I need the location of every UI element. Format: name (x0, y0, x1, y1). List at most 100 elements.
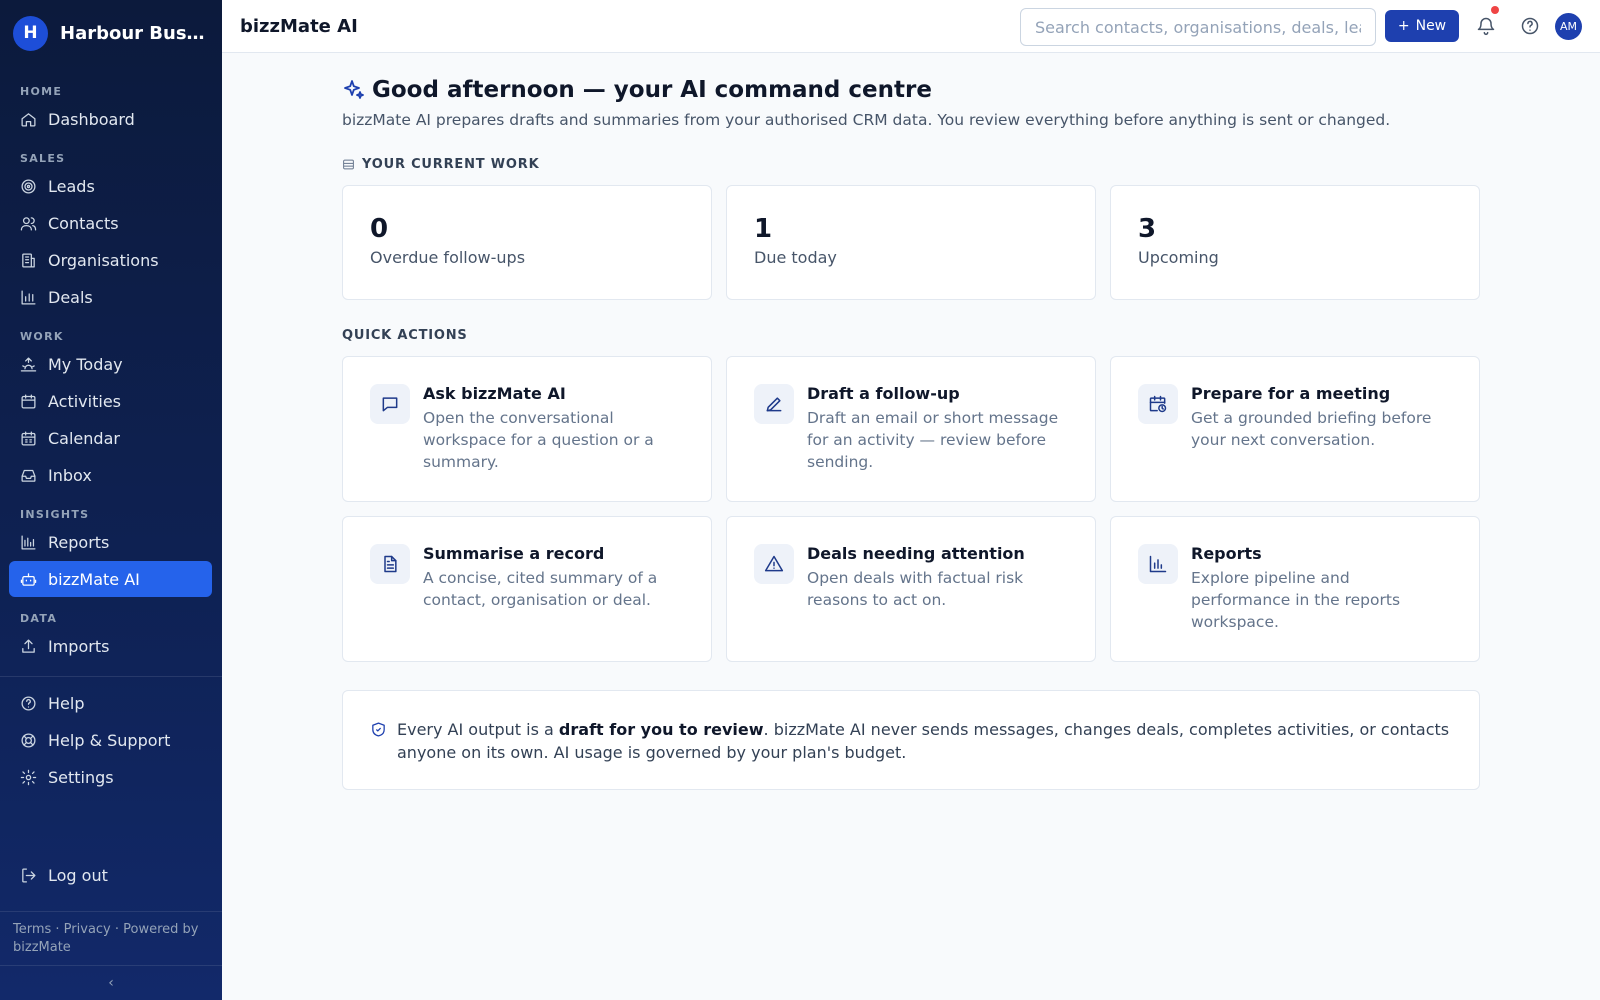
sidebar-item-label: Activities (48, 391, 121, 411)
quick-action-draft-follow-up[interactable]: Draft a follow-up Draft an email or shor… (726, 356, 1096, 502)
sidebar-item-reports[interactable]: Reports (9, 524, 212, 560)
calendar-clock-icon (1149, 395, 1167, 413)
upload-icon (22, 638, 35, 653)
quick-action-title: Prepare for a meeting (1191, 384, 1391, 403)
user-avatar[interactable]: AM (1555, 13, 1582, 40)
gear-icon (20, 769, 37, 785)
workspace-avatar: H (13, 15, 48, 51)
sidebar-item-calendar[interactable]: Calendar (9, 420, 212, 456)
sidebar-item-inbox[interactable]: Inbox (9, 457, 212, 493)
stat-card-upcoming[interactable]: 3 Upcoming (1110, 185, 1480, 300)
new-button-label: New (1415, 18, 1447, 34)
quick-action-description: Open deals with factual risk reasons to … (807, 569, 1024, 609)
quick-action-prepare-meeting[interactable]: Prepare for a meeting Get a grounded bri… (1110, 356, 1480, 502)
users-icon (20, 216, 37, 231)
quick-action-title: Reports (1191, 544, 1262, 563)
bar-chart-icon (1149, 555, 1167, 573)
notice-emphasis: draft for you to review (558, 720, 764, 739)
stat-value: 3 (1138, 214, 1157, 244)
sidebar-item-label: My Today (48, 354, 123, 374)
help-circle-icon (21, 695, 36, 711)
sidebar-item-label: Reports (48, 532, 110, 552)
pencil-icon (766, 397, 782, 412)
nav-section-insights: INSIGHTS (20, 508, 90, 521)
inbox-icon (21, 469, 36, 482)
logout-button[interactable]: Log out (9, 857, 212, 893)
top-bar: bizzMate AI + New AM (222, 0, 1600, 53)
stat-label: Due today (754, 248, 837, 267)
sidebar-item-imports[interactable]: Imports (9, 628, 212, 664)
sidebar-item-organisations[interactable]: Organisations (9, 242, 212, 278)
quick-action-icon (1138, 544, 1178, 584)
calendar-icon (21, 393, 36, 409)
global-search-input[interactable] (1020, 8, 1376, 46)
quick-action-reports[interactable]: Reports Explore pipeline and performance… (1110, 516, 1480, 662)
quick-action-icon (370, 384, 410, 424)
collapse-sidebar-button[interactable]: ‹ (0, 965, 222, 1000)
help-circle-icon (1521, 17, 1539, 35)
notice-prefix: Every AI output is a (397, 720, 559, 739)
workspace-switcher[interactable]: H Harbour Business (0, 0, 222, 66)
logout-icon (22, 867, 36, 883)
sidebar-item-label: Settings (48, 767, 114, 787)
sunrise-icon (20, 356, 37, 372)
current-work-stats: 0 Overdue follow-ups 1 Due today 3 Upcom… (342, 185, 1480, 300)
sidebar-item-label: bizzMate AI (48, 569, 140, 589)
sidebar-item-label: Deals (48, 287, 93, 307)
sidebar-item-settings[interactable]: Settings (9, 759, 212, 795)
quick-action-icon (370, 544, 410, 584)
sidebar-item-dashboard[interactable]: Dashboard (9, 101, 212, 137)
nav-section-home: HOME (20, 85, 63, 98)
quick-action-ask-ai[interactable]: Ask bizzMate AI Open the conversational … (342, 356, 712, 502)
quick-action-description: Open the conversational workspace for a … (423, 409, 654, 471)
sidebar-item-deals[interactable]: Deals (9, 279, 212, 315)
page-title: bizzMate AI (240, 15, 358, 37)
main-heading: Good afternoon — your AI command centre (372, 77, 932, 103)
sidebar-item-label: Inbox (48, 465, 92, 485)
chat-icon (382, 397, 398, 412)
quick-action-description: Get a grounded briefing before your next… (1191, 409, 1432, 449)
sidebar-item-my-today[interactable]: My Today (9, 346, 212, 382)
quick-actions-grid: Ask bizzMate AI Open the conversational … (342, 356, 1480, 662)
sidebar-item-leads[interactable]: Leads (9, 168, 212, 204)
sidebar-item-activities[interactable]: Activities (9, 383, 212, 419)
sidebar-item-label: Contacts (48, 213, 119, 233)
current-work-label: YOUR CURRENT WORK (362, 157, 540, 172)
quick-action-icon (754, 384, 794, 424)
sidebar-item-label: Help (48, 693, 85, 713)
sidebar-item-bizzmate-ai[interactable]: bizzMate AI (9, 561, 212, 597)
warning-icon (764, 555, 784, 572)
sidebar-item-label: Organisations (48, 250, 159, 270)
sparkle-icon (344, 80, 364, 99)
new-button[interactable]: + New (1385, 10, 1459, 42)
notification-dot (1491, 6, 1499, 14)
bell-icon (1477, 17, 1495, 36)
quick-action-deals-attention[interactable]: Deals needing attention Open deals with … (726, 516, 1096, 662)
quick-action-text: Draft a follow-up Draft an email or shor… (807, 384, 1068, 474)
stat-card-due-today[interactable]: 1 Due today (726, 185, 1096, 300)
sidebar-item-help-support[interactable]: Help & Support (9, 722, 212, 758)
notice-text: Every AI output is a draft for you to re… (397, 718, 1452, 762)
notifications-button[interactable] (1474, 6, 1499, 38)
sidebar-footer-links[interactable]: Terms · Privacy · Powered by bizzMate (0, 911, 222, 966)
document-icon (384, 555, 397, 573)
sidebar-bottom: Log out (0, 856, 222, 893)
bar-chart-icon (21, 289, 36, 305)
main-content: Good afternoon — your AI command centre … (342, 53, 1480, 790)
sidebar-item-help[interactable]: Help (9, 685, 212, 721)
sidebar: H Harbour Business HOME Dashboard SALES … (0, 0, 222, 1000)
sidebar-item-contacts[interactable]: Contacts (9, 205, 212, 241)
stat-value: 1 (754, 214, 773, 244)
page-header: Good afternoon — your AI command centre (342, 77, 1480, 103)
sidebar-item-label: Dashboard (48, 109, 135, 129)
sidebar-item-label: Calendar (48, 428, 120, 448)
stat-card-overdue[interactable]: 0 Overdue follow-ups (342, 185, 712, 300)
quick-action-description: Draft an email or short message for an a… (807, 409, 1059, 471)
help-button[interactable] (1518, 14, 1542, 38)
quick-action-summarise-record[interactable]: Summarise a record A concise, cited summ… (342, 516, 712, 662)
current-work-heading: YOUR CURRENT WORK (342, 157, 1480, 172)
quick-actions-heading: QUICK ACTIONS (342, 328, 468, 343)
quick-action-title: Ask bizzMate AI (423, 384, 566, 403)
target-icon (21, 178, 36, 194)
sidebar-divider (0, 676, 222, 677)
